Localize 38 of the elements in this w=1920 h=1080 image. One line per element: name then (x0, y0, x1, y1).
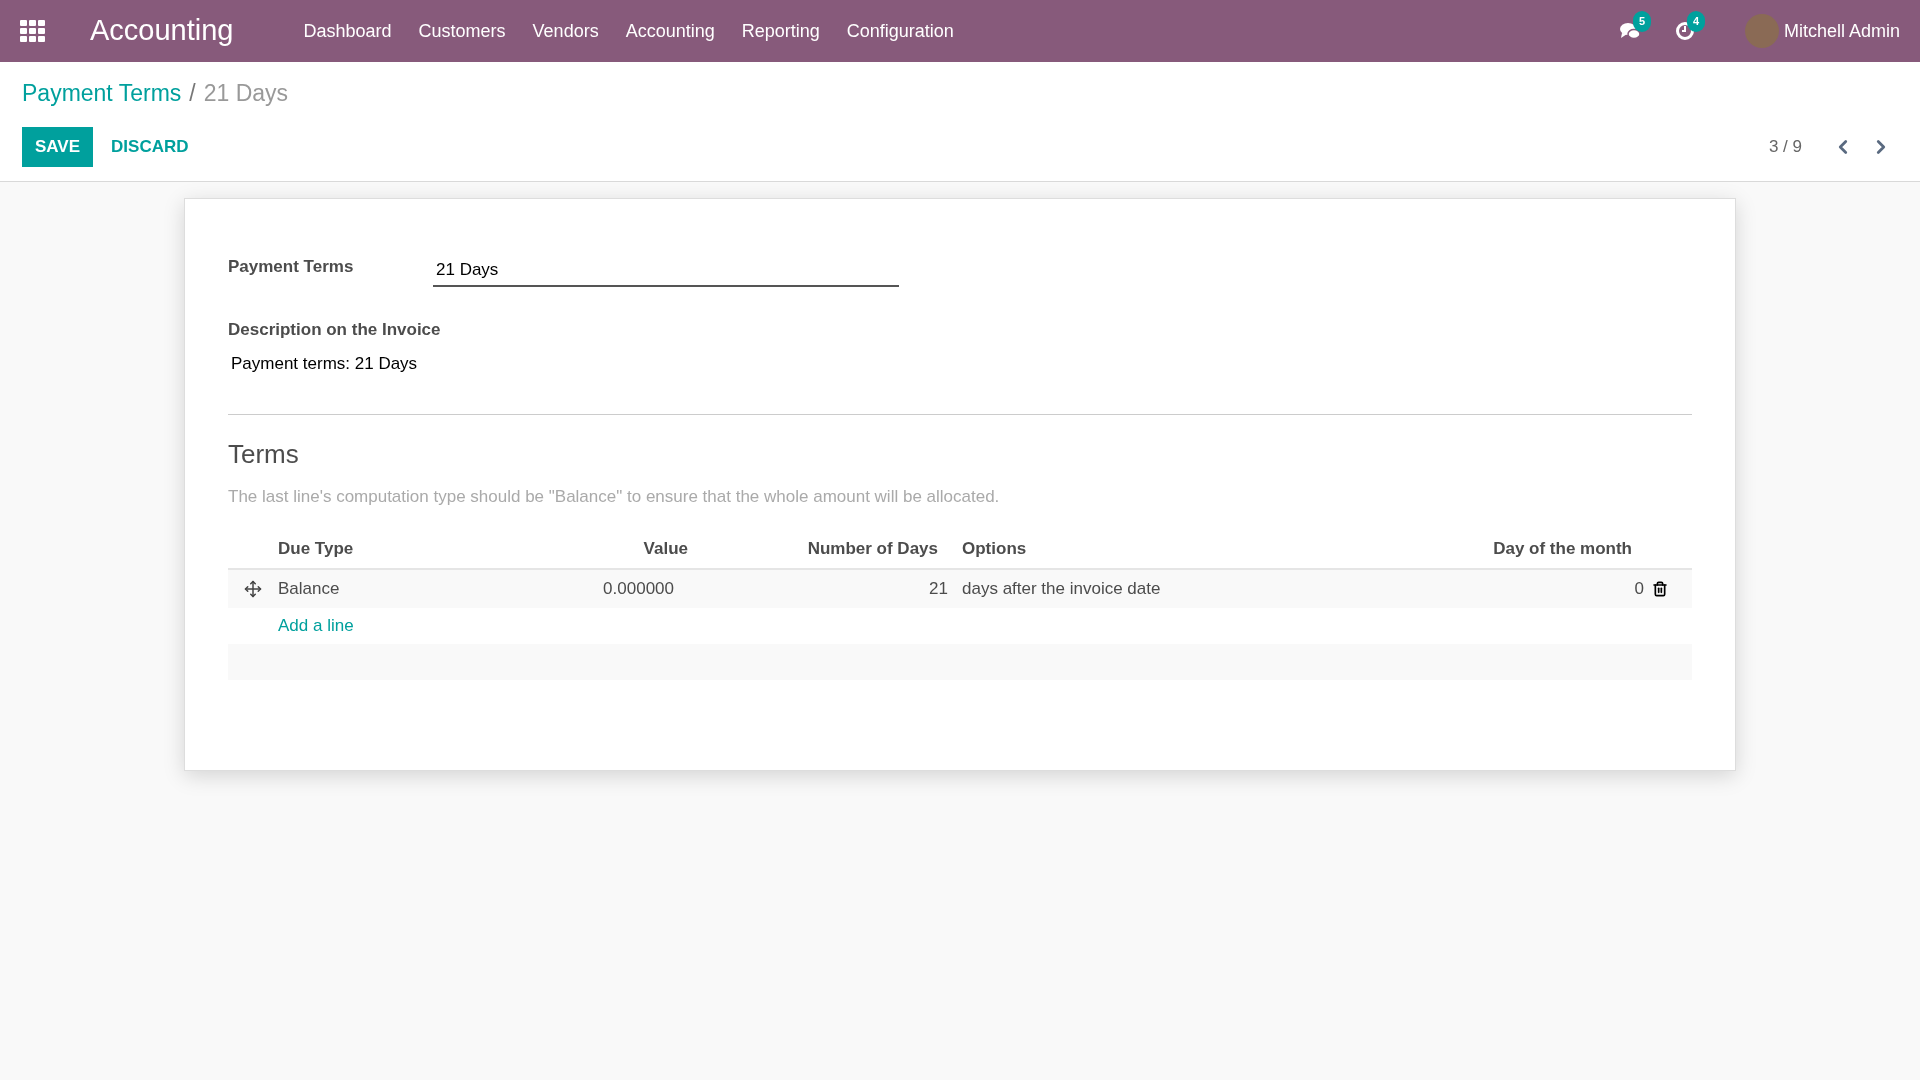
description-field[interactable]: Payment terms: 21 Days (228, 350, 928, 376)
message-count-badge: 5 (1632, 11, 1652, 32)
table-cell-text: Balance (278, 577, 341, 600)
column-header[interactable]: Value (643, 535, 688, 562)
delete-icon[interactable] (1652, 580, 1668, 597)
column-header[interactable]: Day of the month (1493, 535, 1652, 562)
user-name[interactable]: Mitchell Admin (1783, 17, 1900, 45)
column-header[interactable]: Number of Days (807, 535, 958, 562)
menu-item[interactable]: Vendors (532, 17, 599, 45)
term-row[interactable]: Balance 0.000000 21 days after the invoice date 0 (228, 569, 1692, 608)
column-header[interactable]: Options (958, 535, 1452, 562)
apps-menu-icon[interactable] (20, 20, 46, 42)
field-label: Description on the Invoice (228, 319, 442, 341)
breadcrumb-current: 21 Days (203, 79, 289, 108)
payment-terms-field[interactable]: 21 Days (433, 253, 899, 287)
menu-item[interactable]: Accounting (625, 17, 715, 45)
pager-value: 3 / 9 (1768, 135, 1802, 158)
table-cell-text: days after the invoice date (961, 577, 1162, 600)
table-cell-text: 21 (929, 577, 949, 600)
menu-item[interactable]: Dashboard (303, 17, 392, 45)
menu-item[interactable]: Customers (418, 17, 506, 45)
app-title: Accounting (90, 13, 234, 49)
menu-item[interactable]: Configuration (846, 17, 954, 45)
activity-count-badge: 4 (1686, 11, 1706, 32)
menu-item[interactable]: Reporting (741, 17, 820, 45)
breadcrumb-separator: / (189, 79, 196, 108)
drag-handle-icon[interactable] (244, 579, 262, 598)
save-button[interactable]: SAVE (22, 126, 94, 167)
terms-hint: The last line's computation type should be "Balance" to ensure that the whole amount will be allocated. (228, 486, 1001, 508)
discard-button[interactable]: DISCARD (97, 126, 203, 167)
table-cell-text: 0 (1634, 577, 1645, 600)
breadcrumb-link[interactable]: Payment Terms (22, 76, 182, 111)
column-header[interactable]: Due Type (278, 535, 458, 562)
clock-icon[interactable] (1674, 21, 1695, 41)
table-cell-text: 0.000000 (603, 577, 674, 600)
field-label: Payment Terms (228, 255, 355, 278)
add-line-link[interactable]: Add a line (278, 612, 458, 639)
section-title: Terms (228, 438, 300, 471)
